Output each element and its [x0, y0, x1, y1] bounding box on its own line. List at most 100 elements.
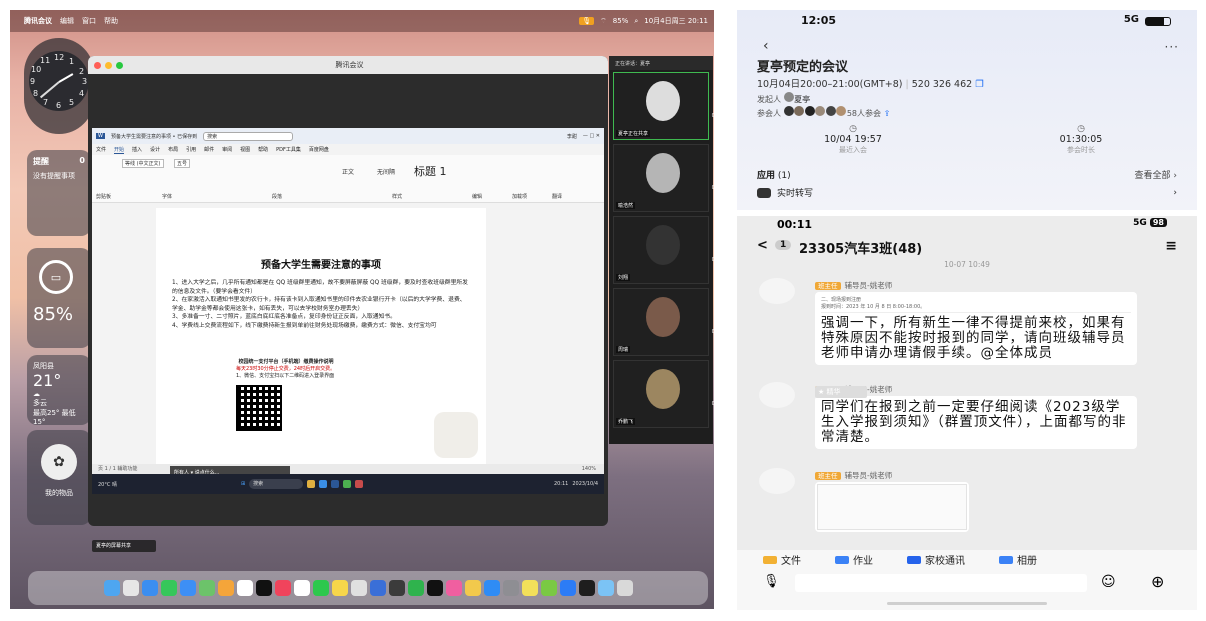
search-icon[interactable]: ⌕ — [634, 17, 638, 26]
tiktok-icon[interactable] — [426, 580, 443, 596]
appstore-icon[interactable] — [483, 580, 500, 596]
notes-icon[interactable] — [331, 580, 348, 596]
tab-school-contact[interactable]: 家校通讯 — [907, 552, 965, 567]
message-bubble[interactable]: 同学们在报到之前一定要仔细阅读《2023级学生入学报到须知》（群置顶文件），上面… — [815, 396, 1137, 449]
tab-view[interactable]: 视图 — [240, 146, 250, 153]
app-icon[interactable] — [521, 580, 538, 596]
pencil-icon[interactable] — [464, 580, 481, 596]
photos-icon[interactable] — [217, 580, 234, 596]
tab-baidu[interactable]: 百度网盘 — [309, 146, 329, 153]
wechat-icon[interactable] — [312, 580, 329, 596]
plus-icon[interactable]: ⊕ — [1151, 572, 1164, 591]
emoji-icon[interactable]: ☺ — [1101, 574, 1116, 590]
word-user[interactable]: 李甜 — [567, 133, 577, 140]
tab-insert[interactable]: 插入 — [132, 146, 142, 153]
menu-edit[interactable]: 编辑 — [60, 16, 74, 26]
menu-app[interactable]: 腾讯会议 — [24, 16, 52, 26]
messages-icon[interactable] — [160, 580, 177, 596]
maps-icon[interactable] — [198, 580, 215, 596]
back-button[interactable]: < — [757, 238, 768, 253]
finder-icon[interactable] — [103, 580, 120, 596]
app-icon[interactable] — [578, 580, 595, 596]
tab-home[interactable]: 开始 — [114, 146, 125, 154]
taskbar-app-icon[interactable] — [343, 480, 352, 488]
folder-icon[interactable] — [597, 580, 614, 596]
message-bubble[interactable]: 二、现场报到注册 报到时间：2023 年 10 月 8 日 8:00-18:00… — [815, 292, 1137, 365]
tab-file[interactable]: 文件 — [96, 146, 106, 153]
avatar[interactable] — [759, 278, 795, 304]
music-icon[interactable] — [274, 580, 291, 596]
participant-tile[interactable]: 乔鹏飞 03 — [613, 360, 714, 428]
taskbar-app-icon[interactable] — [307, 480, 316, 488]
calendar-icon[interactable] — [236, 580, 253, 596]
app-icon[interactable] — [388, 580, 405, 596]
minimize-button[interactable] — [105, 61, 112, 69]
participant-tile[interactable]: 夏亭正在共享 03 — [613, 72, 714, 140]
tab-files[interactable]: 文件 — [763, 552, 801, 567]
app-icon[interactable] — [369, 580, 386, 596]
participant-tile[interactable]: 周瑞 04 — [613, 288, 714, 356]
tab-mailings[interactable]: 邮件 — [204, 146, 214, 153]
tencent-meeting-icon[interactable] — [559, 580, 576, 596]
participant-tile[interactable]: 刘翔 04 — [613, 216, 714, 284]
participant-tile[interactable]: 喻浩然 03 — [613, 144, 714, 212]
style-normal[interactable]: 正文 — [342, 167, 354, 176]
participants-row[interactable]: 参会人 58人参会 ⇪ — [757, 106, 890, 119]
tv-icon[interactable] — [255, 580, 272, 596]
qq-icon[interactable] — [293, 580, 310, 596]
avatar[interactable] — [759, 382, 795, 408]
tab-references[interactable]: 引用 — [186, 146, 196, 153]
weather-widget[interactable]: 凤阳县 21° ☁ 多云 最高25° 最低15° — [27, 355, 91, 426]
avatar[interactable] — [759, 468, 795, 494]
share-icon[interactable]: ⇪ — [884, 109, 891, 118]
taskbar-search-input[interactable]: 搜索 — [249, 479, 304, 489]
safari-icon[interactable] — [141, 580, 158, 596]
app-item-transcribe[interactable]: 实时转写 › — [757, 186, 1177, 199]
tab-design[interactable]: 设计 — [150, 146, 160, 153]
numbers-icon[interactable] — [407, 580, 424, 596]
voice-icon[interactable]: 🎙 — [763, 574, 780, 589]
mic-status-icon[interactable]: 🎙 — [579, 17, 595, 25]
font-name-select[interactable]: 等线 (中文正文) — [122, 159, 164, 168]
word-page[interactable]: 预备大学生需要注意的事项 1、进入大学之后，几乎所有通知都是在 QQ 班级群里通… — [156, 208, 486, 470]
screen-share-chip[interactable]: 夏亭的屏幕共享 — [92, 540, 156, 552]
wifi-icon[interactable]: ⌔ — [600, 17, 607, 26]
copy-icon[interactable]: ❐ — [975, 79, 984, 90]
taskbar-app-icon[interactable] — [319, 480, 328, 488]
tab-help[interactable]: 帮助 — [258, 146, 268, 153]
taskbar-weather[interactable]: 20°C 晴 — [98, 481, 117, 488]
trash-icon[interactable] — [616, 580, 633, 596]
word-window-controls[interactable]: — □ ✕ — [583, 133, 600, 139]
tab-album[interactable]: 相册 — [999, 552, 1037, 567]
back-button[interactable]: ‹ — [763, 38, 769, 54]
view-all-link[interactable]: 查看全部 › — [1135, 168, 1177, 181]
tab-homework[interactable]: 作业 — [835, 552, 873, 567]
more-icon[interactable]: ··· — [1165, 40, 1179, 54]
menu-help[interactable]: 帮助 — [104, 16, 118, 26]
menu-window[interactable]: 窗口 — [82, 16, 96, 26]
message-input[interactable] — [795, 574, 1087, 592]
zoom-button[interactable] — [116, 61, 123, 69]
image-message[interactable] — [815, 482, 969, 532]
settings-icon[interactable] — [502, 580, 519, 596]
word-zoom[interactable]: 140% — [582, 464, 596, 474]
items-widget[interactable]: ✿ 我的物品 — [27, 430, 91, 525]
taskbar-app-icon[interactable] — [355, 480, 364, 488]
mail-icon[interactable] — [179, 580, 196, 596]
tab-pdf[interactable]: PDF工具集 — [276, 146, 301, 153]
taskbar-time[interactable]: 20:11 — [554, 481, 568, 487]
battery-percent[interactable]: 85% — [613, 17, 629, 25]
menu-icon[interactable]: ≡ — [1165, 238, 1177, 254]
close-button[interactable] — [94, 61, 101, 69]
tab-review[interactable]: 审阅 — [222, 146, 232, 153]
app-icon[interactable] — [540, 580, 557, 596]
reminders-widget[interactable]: 提醒 0 没有提醒事项 — [27, 150, 91, 236]
taskbar-date[interactable]: 2023/10/4 — [572, 481, 598, 487]
menubar-datetime[interactable]: 10月4日周三 20:11 — [644, 16, 708, 26]
windows-start-icon[interactable]: ⊞ — [241, 481, 245, 487]
tab-layout[interactable]: 布局 — [168, 146, 178, 153]
word-search-input[interactable]: 搜索 — [203, 131, 294, 141]
app-icon[interactable] — [350, 580, 367, 596]
font-size-select[interactable]: 五号 — [174, 159, 191, 168]
style-heading1[interactable]: 标题 1 — [414, 163, 447, 179]
